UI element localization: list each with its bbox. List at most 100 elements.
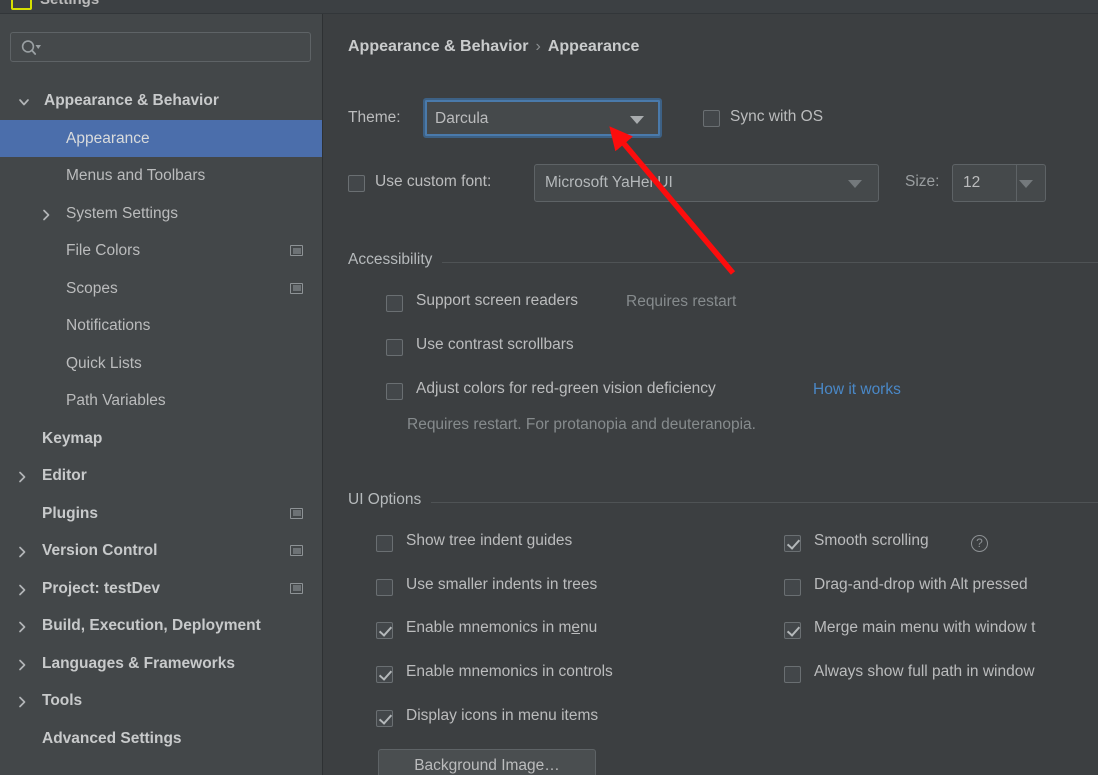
support-screen-readers-label[interactable]: Support screen readers <box>416 292 578 310</box>
chevron-down-icon[interactable] <box>17 82 31 120</box>
sidebar-item-label: Editor <box>42 467 87 484</box>
chevron-down-icon <box>630 116 644 124</box>
sidebar-item-label: Advanced Settings <box>42 729 182 747</box>
font-family-dropdown[interactable]: Microsoft YaHei UI <box>534 164 879 202</box>
sidebar-item-tools[interactable]: Tools <box>0 682 322 720</box>
divider <box>1016 165 1017 201</box>
theme-label: Theme: <box>348 109 401 126</box>
sidebar-item-build-execution-deployment[interactable]: Build, Execution, Deployment <box>0 607 322 645</box>
sidebar-item-project-testdev[interactable]: Project: testDev <box>0 570 322 608</box>
sidebar-item-scopes[interactable]: Scopes <box>0 270 322 308</box>
merge-main-menu-label[interactable]: Merge main menu with window t <box>814 619 1035 637</box>
sidebar-item-label: Path Variables <box>66 392 166 409</box>
sidebar-item-file-colors[interactable]: File Colors <box>0 232 322 270</box>
adjust-colors-label[interactable]: Adjust colors for red-green vision defic… <box>416 380 716 398</box>
theme-dropdown[interactable]: Darcula <box>423 98 662 138</box>
how-it-works-link[interactable]: How it works <box>813 381 901 399</box>
configurable-badge-icon <box>290 507 303 519</box>
settings-sidebar: Appearance & Behavior Appearance Menus and… <box>0 14 323 775</box>
chevron-right-icon[interactable] <box>15 570 29 608</box>
sidebar-item-languages-frameworks[interactable]: Languages & Frameworks <box>0 645 322 683</box>
background-image-button[interactable]: Background Image… <box>378 749 596 775</box>
chevron-right-icon[interactable] <box>15 607 29 645</box>
chevron-right-icon[interactable] <box>15 645 29 683</box>
search-box[interactable] <box>10 32 311 63</box>
sidebar-item-label: Appearance <box>66 129 150 147</box>
merge-main-menu-checkbox[interactable] <box>784 622 801 639</box>
sidebar-item-version-control[interactable]: Version Control <box>0 532 322 570</box>
configurable-badge-icon <box>290 582 303 594</box>
ui-options-group-header: UI Options <box>348 491 1098 511</box>
search-input[interactable] <box>45 33 304 63</box>
sidebar-item-path-variables[interactable]: Path Variables <box>0 382 322 420</box>
smooth-scrolling-checkbox[interactable] <box>784 535 801 552</box>
breadcrumb-root[interactable]: Appearance & Behavior <box>348 38 529 55</box>
always-show-full-path-label[interactable]: Always show full path in window <box>814 663 1035 681</box>
adjust-colors-checkbox[interactable] <box>386 383 403 400</box>
use-custom-font-checkbox[interactable] <box>348 175 365 192</box>
drag-and-drop-alt-checkbox[interactable] <box>784 579 801 596</box>
protanopia-note: Requires restart. For protanopia and deu… <box>407 416 756 433</box>
search-icon <box>20 39 42 57</box>
font-size-dropdown[interactable]: 12 <box>952 164 1046 202</box>
help-icon[interactable]: ? <box>971 535 988 552</box>
chevron-down-icon <box>848 180 862 188</box>
sidebar-item-advanced-settings[interactable]: Advanced Settings <box>0 720 322 758</box>
use-smaller-indents-label[interactable]: Use smaller indents in trees <box>406 576 597 594</box>
window-title-bar: Settings <box>0 0 1098 14</box>
chevron-right-icon[interactable] <box>15 457 29 495</box>
show-tree-indent-guides-checkbox[interactable] <box>376 535 393 552</box>
sidebar-item-system-settings[interactable]: System Settings <box>0 195 322 233</box>
breadcrumb-separator-icon: › <box>535 38 541 55</box>
chevron-down-icon <box>1019 180 1033 188</box>
drag-and-drop-alt-label[interactable]: Drag-and-drop with Alt pressed <box>814 576 1028 594</box>
always-show-full-path-checkbox[interactable] <box>784 666 801 683</box>
sidebar-item-label: File Colors <box>66 242 141 259</box>
show-tree-indent-guides-label[interactable]: Show tree indent guides <box>406 532 572 550</box>
sync-with-os-checkbox[interactable] <box>703 110 720 127</box>
requires-restart-note: Requires restart <box>626 293 737 310</box>
sidebar-item-keymap[interactable]: Keymap <box>0 420 322 458</box>
use-contrast-scrollbars-label[interactable]: Use contrast scrollbars <box>416 336 574 354</box>
font-size-value: 12 <box>963 174 981 191</box>
app-icon <box>11 0 32 10</box>
enable-mnemonics-controls-checkbox[interactable] <box>376 666 393 683</box>
sidebar-item-label: Plugins <box>42 504 98 522</box>
settings-dialog: Settings Appearance & BehaviorAppearance… <box>0 0 1098 775</box>
sidebar-item-notifications[interactable]: Notifications <box>0 307 322 345</box>
ui-options-group-title: UI Options <box>348 491 432 509</box>
configurable-badge-icon <box>290 245 303 256</box>
sidebar-item-label: Build, Execution, Deployment <box>42 617 261 634</box>
sync-with-os-label[interactable]: Sync with OS <box>730 108 823 126</box>
appearance-panel: Appearance & Behavior › Appearance Theme: … <box>323 14 1098 775</box>
breadcrumb-current: Appearance <box>547 38 640 55</box>
display-icons-menu-items-checkbox[interactable] <box>376 710 393 727</box>
support-screen-readers-checkbox[interactable] <box>386 295 403 312</box>
enable-mnemonics-menu-label[interactable]: Enable mnemonics in menu <box>406 619 597 637</box>
sidebar-item-label: Scopes <box>66 279 118 297</box>
font-family-value: Microsoft YaHei UI <box>545 174 673 191</box>
enable-mnemonics-menu-checkbox[interactable] <box>376 622 393 639</box>
sidebar-item-appearance[interactable]: Appearance <box>0 119 322 157</box>
sidebar-item-appearance-behavior[interactable]: Appearance & Behavior <box>0 82 322 120</box>
sidebar-item-plugins[interactable]: Plugins <box>0 495 322 533</box>
chevron-right-icon[interactable] <box>15 682 29 720</box>
accessibility-group-header: Accessibility <box>348 251 1098 271</box>
divider <box>348 502 1098 503</box>
sidebar-item-label: Tools <box>42 692 83 709</box>
smooth-scrolling-label[interactable]: Smooth scrolling <box>814 532 929 550</box>
enable-mnemonics-controls-label[interactable]: Enable mnemonics in controls <box>406 663 613 681</box>
chevron-right-icon[interactable] <box>15 532 29 570</box>
sidebar-item-editor[interactable]: Editor <box>0 457 322 495</box>
divider <box>348 262 1098 263</box>
display-icons-menu-items-label[interactable]: Display icons in menu items <box>406 707 598 725</box>
use-contrast-scrollbars-checkbox[interactable] <box>386 339 403 356</box>
sidebar-item-menus-and-toolbars[interactable]: Menus and Toolbars <box>0 157 322 195</box>
font-size-label: Size: <box>905 173 940 190</box>
sidebar-item-label: Keymap <box>42 429 103 447</box>
sidebar-item-quick-lists[interactable]: Quick Lists <box>0 345 322 383</box>
chevron-right-icon[interactable] <box>39 195 53 233</box>
use-smaller-indents-checkbox[interactable] <box>376 579 393 596</box>
sidebar-item-label: Appearance & Behavior <box>44 92 219 109</box>
use-custom-font-label[interactable]: Use custom font: <box>375 173 491 191</box>
